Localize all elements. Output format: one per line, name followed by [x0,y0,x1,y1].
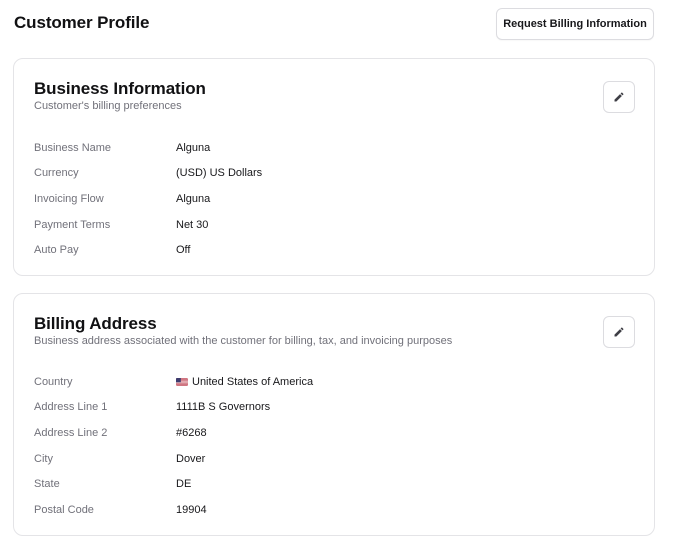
field-row-address-line-1: Address Line 1 1111B S Governors [34,395,634,421]
field-row-auto-pay: Auto Pay Off [34,237,634,263]
field-row-state: State DE [34,471,634,497]
pencil-icon [613,326,625,338]
business-information-subtitle: Customer's billing preferences [34,100,182,112]
field-label: Country [34,375,73,388]
field-value: Dover [176,452,206,465]
field-label: Currency [34,167,79,180]
field-label: State [34,478,60,491]
billing-address-title: Billing Address [34,314,157,333]
edit-billing-address-button[interactable] [603,316,635,348]
field-value: (USD) US Dollars [176,167,263,180]
pencil-icon [613,91,625,103]
edit-business-information-button[interactable] [603,81,635,113]
field-row-country: Country United States of America [34,369,634,395]
business-information-title: Business Information [34,79,206,98]
field-value: Alguna [176,192,211,205]
field-row-business-name: Business Name Alguna [34,135,634,161]
field-label: Address Line 1 [34,401,108,414]
billing-address-fields: Country United States of America Address… [34,369,634,523]
field-label: City [34,452,53,465]
field-label: Address Line 2 [34,426,108,439]
field-value-country: United States of America [176,376,313,388]
field-row-invoicing-flow: Invoicing Flow Alguna [34,186,634,212]
field-value: Net 30 [176,218,209,231]
page-title: Customer Profile [14,13,150,32]
us-flag-icon [176,377,188,386]
field-value: 1111B S Governors [176,401,271,414]
field-label: Auto Pay [34,244,79,257]
field-value: Alguna [176,141,211,154]
business-information-card: Business Information Customer's billing … [13,58,655,276]
field-row-address-line-2: Address Line 2 #6268 [34,420,634,446]
billing-address-subtitle: Business address associated with the cus… [34,335,453,347]
business-information-fields: Business Name Alguna Currency (USD) US D… [34,135,634,263]
field-value: Off [176,244,191,257]
field-row-payment-terms: Payment Terms Net 30 [34,212,634,238]
customer-profile-page: Customer Profile Request Billing Informa… [0,0,679,545]
field-label: Payment Terms [34,218,111,231]
field-value: 19904 [176,503,207,516]
billing-address-card: Billing Address Business address associa… [13,293,655,536]
field-row-currency: Currency (USD) US Dollars [34,161,634,187]
field-value: #6268 [176,426,207,439]
field-label: Business Name [34,141,112,154]
field-label: Postal Code [34,503,94,516]
field-value: DE [176,478,192,491]
country-name: United States of America [192,375,314,388]
field-row-postal-code: Postal Code 19904 [34,497,634,523]
field-row-city: City Dover [34,446,634,472]
field-label: Invoicing Flow [34,192,104,205]
request-billing-information-button[interactable]: Request Billing Information [496,8,654,40]
